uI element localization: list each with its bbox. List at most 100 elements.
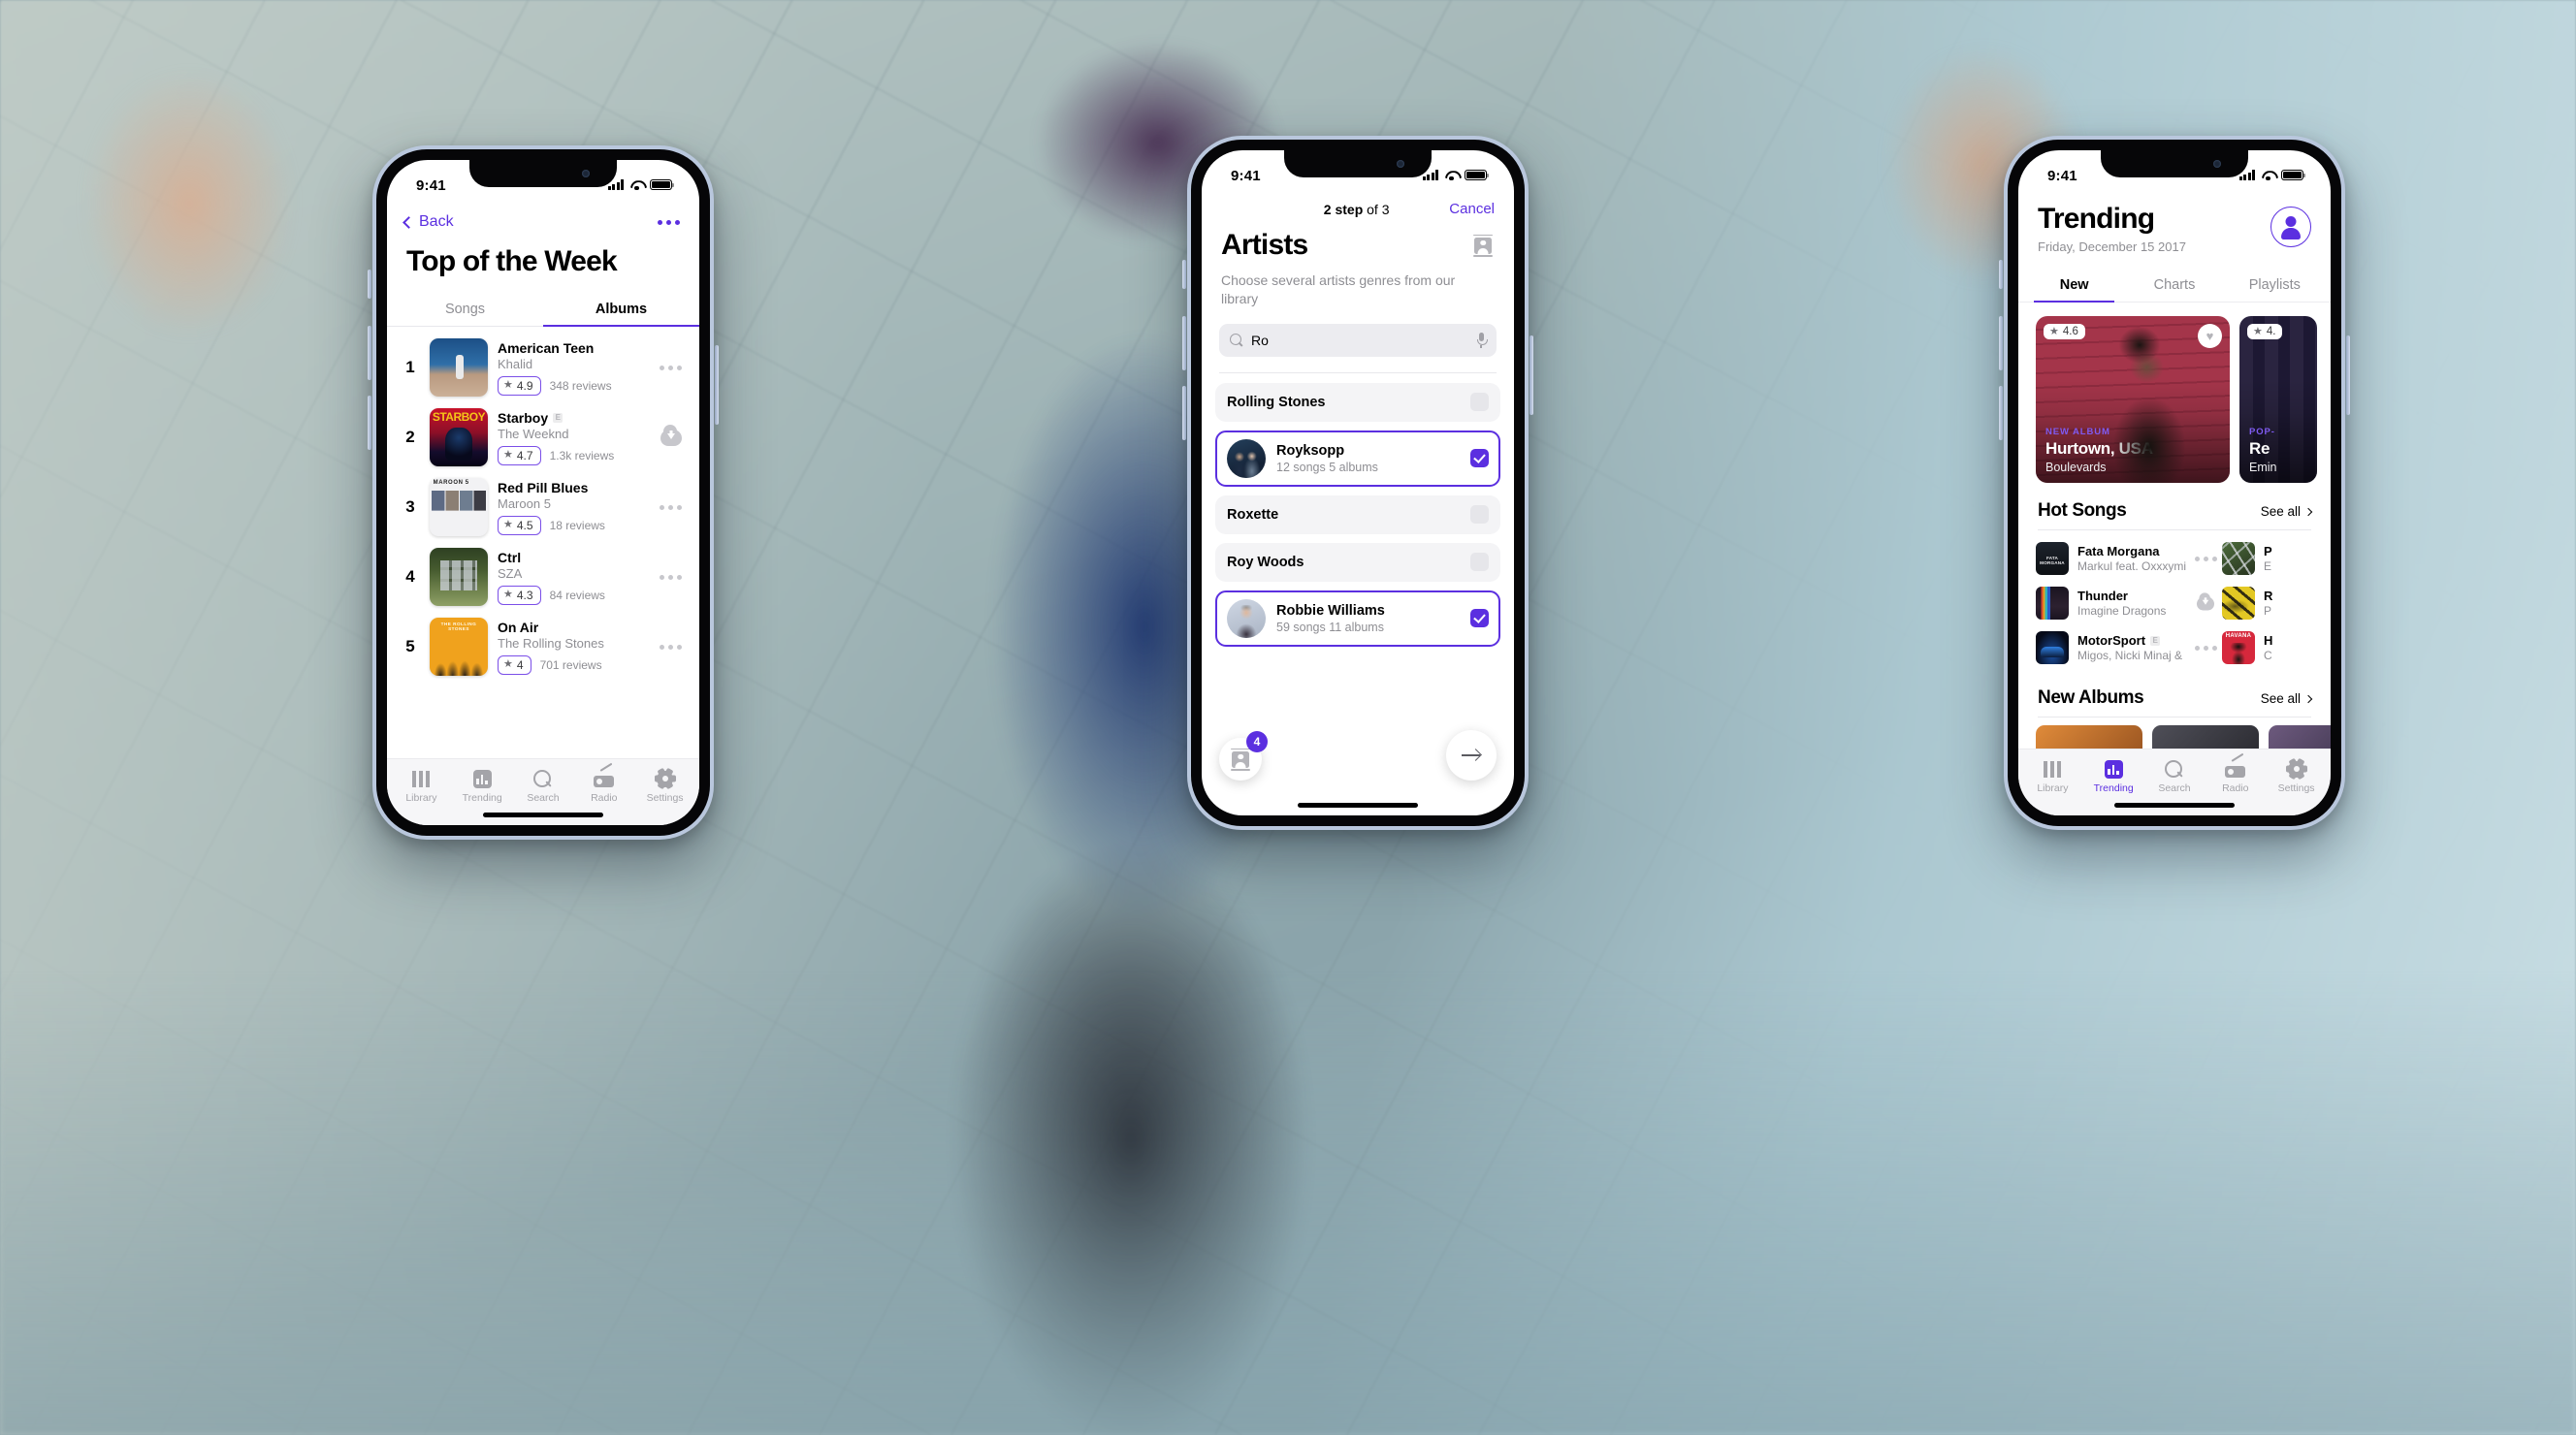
list-item[interactable]: Roxette [1215, 494, 1500, 534]
home-indicator[interactable] [2114, 803, 2235, 808]
featured-card[interactable]: ★ 4.6 ♥ NEW ALBUM Hurtown, USA Boulevard… [2036, 316, 2230, 483]
row-more-button[interactable] [2194, 556, 2217, 561]
rating-badge: ★ 4.5 [498, 515, 541, 535]
chevron-right-icon [2303, 694, 2313, 703]
tab-search-label: Search [2158, 782, 2191, 794]
list-item[interactable]: R P [2222, 581, 2290, 625]
tab-playlists[interactable]: Playlists [2225, 271, 2325, 302]
tab-albums[interactable]: Albums [543, 294, 699, 327]
row-more-button[interactable] [660, 644, 682, 650]
list-item[interactable]: Royksopp 12 songs 5 albums [1215, 430, 1500, 487]
mute-switch[interactable] [368, 270, 371, 299]
see-all-label: See all [2260, 691, 2301, 706]
table-row[interactable]: 3 Red Pill Blues Maroon 5 ★ 4.5 18 revie… [387, 472, 699, 542]
volume-up-button[interactable] [1182, 316, 1186, 370]
selected-artists-button[interactable]: 4 [1219, 731, 1268, 781]
status-time: 9:41 [1231, 167, 1261, 184]
list-item[interactable]: Thunder Imagine Dragons [2036, 581, 2222, 625]
volume-up-button[interactable] [1999, 316, 2003, 370]
tab-radio[interactable]: Radio [573, 762, 634, 804]
contact-card-icon[interactable] [1473, 234, 1493, 257]
arrow-right-icon [1462, 749, 1481, 762]
download-icon[interactable] [660, 424, 682, 446]
cancel-button[interactable]: Cancel [1449, 201, 1495, 217]
tab-library[interactable]: Library [391, 768, 452, 804]
tab-settings[interactable]: Settings [634, 767, 695, 804]
star-icon: ★ [503, 379, 513, 391]
volume-up-button[interactable] [368, 326, 371, 380]
volume-down-button[interactable] [368, 396, 371, 450]
volume-down-button[interactable] [1182, 386, 1186, 440]
table-row[interactable]: 5 On Air The Rolling Stones ★ 4 701 revi… [387, 612, 699, 682]
song-title: MotorSport [2077, 633, 2146, 648]
more-options-button[interactable] [658, 219, 680, 225]
artist-checkbox[interactable] [1470, 449, 1489, 468]
see-all-hot-songs-button[interactable]: See all [2261, 504, 2313, 519]
next-step-button[interactable] [1446, 730, 1497, 781]
list-item[interactable]: MotorSport E Migos, Nicki Minaj & Cardi… [2036, 625, 2222, 670]
list-item[interactable]: H C [2222, 625, 2290, 670]
see-all-new-albums-button[interactable]: See all [2260, 691, 2313, 706]
table-row[interactable]: 1 American Teen Khalid ★ 4.9 348 reviews [387, 333, 699, 402]
power-button[interactable] [2346, 335, 2350, 415]
power-button[interactable] [715, 345, 719, 425]
back-button[interactable]: Back [402, 213, 454, 231]
screen-artists: 9:41 2 step of 3 Cancel Artists Choose s… [1202, 150, 1514, 815]
tab-trending[interactable]: Trending [452, 768, 513, 804]
battery-icon [1465, 169, 1489, 181]
card-title: Hurtown, USA [2045, 439, 2153, 458]
tab-search[interactable]: Search [2144, 758, 2206, 794]
volume-down-button[interactable] [1999, 386, 2003, 440]
row-more-button[interactable] [660, 574, 682, 580]
wifi-icon [629, 179, 644, 191]
row-more-button[interactable] [660, 365, 682, 370]
artist-name: Roy Woods [1227, 554, 1304, 570]
artist-checkbox[interactable] [1470, 553, 1489, 572]
album-title: On Air [498, 619, 539, 635]
artist-checkbox[interactable] [1470, 393, 1489, 412]
table-row[interactable]: 2 Starboy E The Weeknd ★ 4.7 [387, 402, 699, 472]
favorite-button[interactable]: ♥ [2198, 324, 2222, 348]
tab-charts[interactable]: Charts [2124, 271, 2224, 302]
row-more-button[interactable] [2194, 645, 2217, 651]
list-item[interactable]: Roy Woods [1215, 542, 1500, 582]
tab-radio-label: Radio [2222, 782, 2249, 794]
home-indicator[interactable] [483, 813, 603, 817]
mute-switch[interactable] [1182, 260, 1186, 289]
tab-radio[interactable]: Radio [2205, 752, 2266, 794]
power-button[interactable] [1530, 335, 1533, 415]
tab-settings[interactable]: Settings [2266, 757, 2327, 794]
download-icon[interactable] [2196, 591, 2215, 610]
search-input[interactable]: Ro [1219, 323, 1497, 357]
featured-carousel[interactable]: ★ 4.6 ♥ NEW ALBUM Hurtown, USA Boulevard… [2018, 303, 2331, 483]
list-item[interactable]: Rolling Stones [1215, 382, 1500, 422]
tab-search[interactable]: Search [513, 768, 574, 804]
star-icon: ★ [2253, 325, 2263, 337]
row-more-button[interactable] [660, 504, 682, 510]
mic-icon[interactable] [1476, 332, 1488, 348]
artist-name: Rolling Stones [1227, 394, 1326, 410]
tab-songs[interactable]: Songs [387, 294, 543, 326]
tab-new[interactable]: New [2024, 271, 2124, 303]
artist-stats: 12 songs 5 albums [1276, 460, 1378, 474]
album-artist: Khalid [498, 356, 533, 371]
album-artist: The Rolling Stones [498, 635, 604, 651]
song-title: P [2264, 544, 2272, 558]
home-indicator[interactable] [1298, 803, 1418, 808]
mute-switch[interactable] [1999, 260, 2003, 289]
list-item[interactable]: Fata Morgana Markul feat. Oxxxymiron [2036, 536, 2222, 581]
hot-songs-carousel[interactable]: Fata Morgana Markul feat. Oxxxymiron Thu… [2018, 530, 2331, 670]
search-icon [1230, 334, 1242, 346]
artist-checkbox[interactable] [1470, 505, 1489, 525]
tab-library[interactable]: Library [2022, 758, 2083, 794]
profile-avatar-button[interactable] [2270, 207, 2311, 247]
tab-trending[interactable]: Trending [2083, 758, 2144, 794]
review-count: 348 reviews [549, 378, 612, 393]
album-cover [430, 618, 488, 676]
featured-card[interactable]: ★ 4. POP- Re Emin [2239, 316, 2317, 483]
song-cover [2036, 542, 2069, 575]
list-item[interactable]: Robbie Williams 59 songs 11 albums [1215, 590, 1500, 647]
table-row[interactable]: 4 Ctrl SZA ★ 4.3 84 reviews [387, 542, 699, 612]
list-item[interactable]: P E [2222, 536, 2290, 581]
artist-checkbox[interactable] [1470, 609, 1489, 628]
